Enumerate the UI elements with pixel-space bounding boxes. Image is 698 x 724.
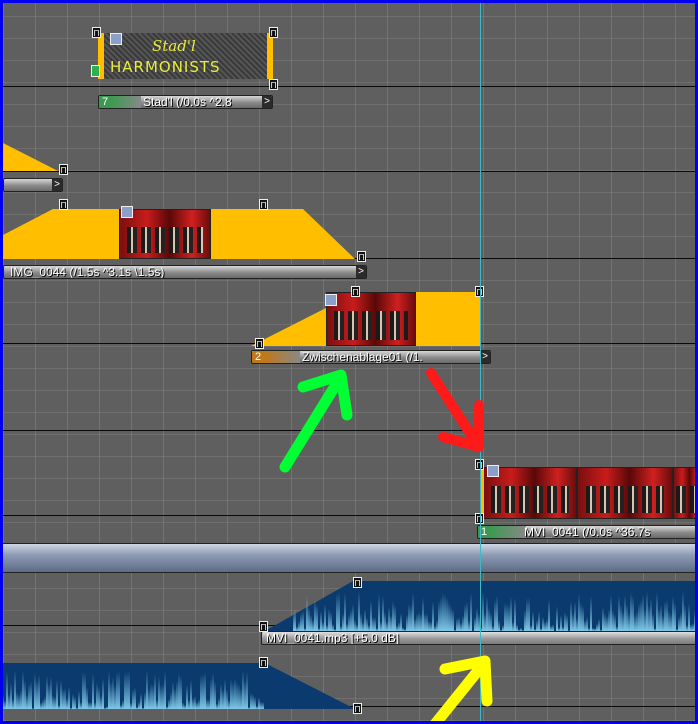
clip-end-button[interactable]: > bbox=[262, 96, 272, 108]
clip-end-button[interactable]: > bbox=[480, 351, 490, 363]
fade-handle-icon[interactable]: П bbox=[259, 657, 268, 668]
clip-thumbnail bbox=[577, 467, 673, 519]
title-thumbnail: Stad'l HARMONISTS bbox=[98, 33, 273, 79]
clip-label: Zwischenablage01 (/1. bbox=[302, 350, 423, 364]
fade-handle-icon[interactable]: П bbox=[92, 27, 101, 38]
title-clip-bar[interactable]: 7 Stad'l (/0.0s ^2.8 > bbox=[98, 95, 273, 109]
keyframe-square-icon[interactable] bbox=[325, 294, 337, 306]
title-clip[interactable]: Stad'l HARMONISTS 7 Stad'l (/0.0s ^2.8 > bbox=[98, 33, 273, 113]
audio-clip-lower[interactable] bbox=[3, 653, 363, 713]
track-marker-icon[interactable] bbox=[91, 65, 100, 77]
clip-bar-gradient bbox=[490, 526, 526, 538]
clip-label: Stad'l (/0.0s ^2.8 bbox=[143, 95, 232, 109]
yellow-arrow bbox=[430, 655, 493, 721]
fade-handle-icon[interactable]: П bbox=[259, 621, 268, 632]
track-number: 2 bbox=[252, 351, 264, 363]
clip-thumbnail bbox=[326, 292, 416, 346]
img-0044-clip[interactable]: IMG_0044 (/1.5s ^3.1s \1.5s) > bbox=[3, 199, 369, 287]
fade-handle-icon[interactable]: П bbox=[353, 577, 362, 588]
fade-handle-icon[interactable]: П bbox=[59, 164, 68, 175]
keyframe-square-icon[interactable] bbox=[487, 465, 499, 477]
clip-label: MVI_0041.mp3 [+5.0 dB] bbox=[266, 631, 400, 645]
fade-handle-icon[interactable]: П bbox=[269, 79, 278, 90]
video-audio-divider[interactable] bbox=[3, 543, 695, 573]
zwischenablage-clip[interactable]: 2 Zwischenablage01 (/1. > bbox=[251, 288, 491, 368]
clip-label: IMG_0044 (/1.5s ^3.1s \1.5s) bbox=[10, 265, 165, 279]
clip-label: MVI_0041 (/0.0s ^36.7s bbox=[524, 525, 651, 539]
keyframe-square-icon[interactable] bbox=[121, 206, 133, 218]
fade-handle-icon[interactable]: П bbox=[255, 338, 264, 349]
zwischenablage-bar[interactable]: 2 Zwischenablage01 (/1. > bbox=[251, 350, 491, 364]
clip-end-button[interactable]: > bbox=[356, 266, 366, 278]
mvi-0041-bar[interactable]: 1 MVI_0041 (/0.0s ^36.7s bbox=[477, 525, 695, 539]
title-text-line1: Stad'l bbox=[152, 37, 196, 55]
timeline-area[interactable]: Stad'l HARMONISTS 7 Stad'l (/0.0s ^2.8 >… bbox=[3, 3, 695, 721]
clip-bar-gradient bbox=[264, 351, 300, 363]
clip-end-button[interactable]: > bbox=[52, 179, 62, 191]
keyframe-square-icon[interactable] bbox=[110, 33, 122, 45]
track-number: 7 bbox=[99, 96, 111, 108]
fade-handle-icon[interactable]: П bbox=[351, 286, 360, 297]
audio-clip-bar[interactable]: MVI_0041.mp3 [+5.0 dB] bbox=[261, 631, 695, 645]
fade-handle-icon[interactable]: П bbox=[259, 199, 268, 210]
fade-handle-icon[interactable]: П bbox=[353, 703, 362, 714]
red-arrow bbox=[426, 368, 484, 452]
fade-handle-icon[interactable]: П bbox=[269, 27, 278, 38]
audio-clip-mvi[interactable]: MVI_0041.mp3 [+5.0 dB] bbox=[3, 573, 695, 653]
clip-thumbnail bbox=[673, 467, 695, 519]
audio-waveform-lower bbox=[3, 663, 355, 709]
playhead-line[interactable] bbox=[480, 3, 481, 721]
fade-handle-icon[interactable]: П bbox=[357, 251, 366, 262]
fade-handle-icon[interactable]: П bbox=[59, 199, 68, 210]
img-0044-bar[interactable]: IMG_0044 (/1.5s ^3.1s \1.5s) > bbox=[3, 265, 367, 279]
mvi-0041-clip[interactable]: 1 MVI_0041 (/0.0s ^36.7s bbox=[477, 461, 695, 543]
title-text-line2: HARMONISTS bbox=[110, 58, 221, 76]
clip-bar-gradient bbox=[111, 96, 141, 108]
track-line bbox=[3, 171, 695, 172]
clip-a-bar[interactable]: > bbox=[3, 178, 63, 192]
green-arrow bbox=[279, 369, 353, 473]
audio-waveform-upper bbox=[265, 581, 695, 631]
